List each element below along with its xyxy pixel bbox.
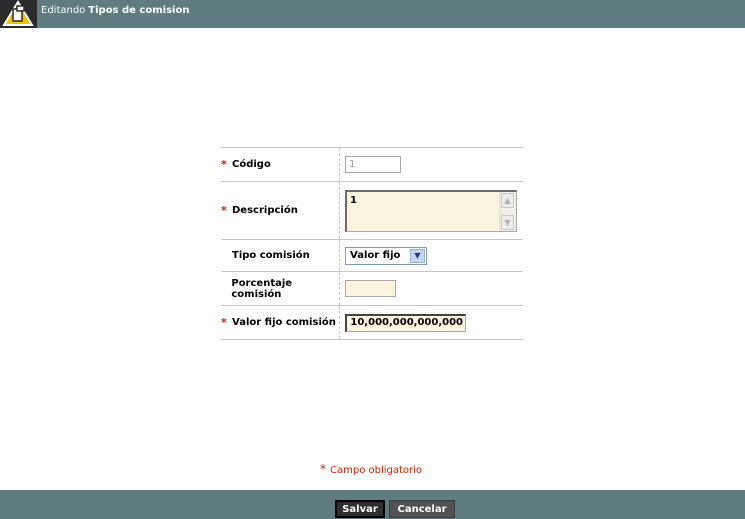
- required-note-text: Campo obligatorio: [330, 465, 423, 476]
- descripcion-textarea[interactable]: 1 ▲ ▼: [345, 189, 517, 232]
- scroll-up-icon[interactable]: ▲: [501, 192, 514, 208]
- form-row-tipo-comision: Tipo comisión Valor fijo ▼: [221, 239, 523, 271]
- page-title: Editando Tipos de comision: [41, 4, 189, 18]
- scroll-down-icon[interactable]: ▼: [501, 214, 514, 230]
- required-marker: *: [221, 158, 227, 171]
- tipo-comision-select[interactable]: Valor fijo ▼: [345, 246, 427, 265]
- label-cell-tipo-comision: Tipo comisión: [221, 240, 340, 271]
- edit-form: * Código * Descripción 1 ▲ ▼ Tipo comisi…: [221, 147, 523, 340]
- edit-icon-container: [0, 0, 37, 28]
- header-bar: Editando Tipos de comision: [0, 0, 745, 28]
- label-cell-valor-fijo: * Valor fijo comisión: [221, 306, 340, 339]
- form-row-porcentaje: Porcentaje comisión: [221, 271, 523, 305]
- valor-fijo-input[interactable]: 10,000,000,000,000: [345, 313, 466, 332]
- footer-bar: Salvar Cancelar: [0, 490, 745, 519]
- porcentaje-input[interactable]: [345, 280, 396, 297]
- porcentaje-label: Porcentaje comisión: [231, 277, 293, 300]
- codigo-label: Código: [232, 159, 271, 170]
- descripcion-value: 1: [350, 194, 357, 206]
- field-cell-tipo-comision: Valor fijo ▼: [345, 240, 427, 271]
- field-cell-valor-fijo: 10,000,000,000,000: [345, 306, 466, 339]
- valor-fijo-label: Valor fijo comisión: [232, 317, 336, 328]
- title-entity: Tipos de comision: [88, 5, 190, 16]
- descripcion-label: Descripción: [232, 205, 298, 216]
- edit-icon: [2, 0, 34, 26]
- field-cell-porcentaje: [345, 272, 396, 305]
- tipo-comision-label: Tipo comisión: [232, 250, 310, 261]
- chevron-down-icon[interactable]: ▼: [410, 248, 425, 263]
- form-row-codigo: * Código: [221, 147, 523, 181]
- label-cell-codigo: * Código: [221, 148, 340, 181]
- field-cell-codigo: [345, 148, 401, 181]
- form-row-valor-fijo: * Valor fijo comisión 10,000,000,000,000: [221, 305, 523, 340]
- required-marker: *: [221, 316, 227, 329]
- title-prefix: Editando: [41, 5, 86, 16]
- field-cell-descripcion: 1 ▲ ▼: [345, 182, 517, 239]
- save-button[interactable]: Salvar: [335, 500, 385, 518]
- tipo-comision-value: Valor fijo: [350, 249, 401, 261]
- required-marker: *: [221, 204, 227, 217]
- label-cell-porcentaje: Porcentaje comisión: [221, 272, 340, 305]
- cancel-button[interactable]: Cancelar: [389, 500, 455, 518]
- codigo-input[interactable]: [345, 156, 401, 173]
- required-marker: *: [320, 462, 326, 476]
- textarea-scrollbar[interactable]: ▲ ▼: [499, 191, 516, 231]
- label-cell-descripcion: * Descripción: [221, 182, 340, 239]
- form-row-descripcion: * Descripción 1 ▲ ▼: [221, 181, 523, 239]
- required-note: * Campo obligatorio: [320, 462, 422, 476]
